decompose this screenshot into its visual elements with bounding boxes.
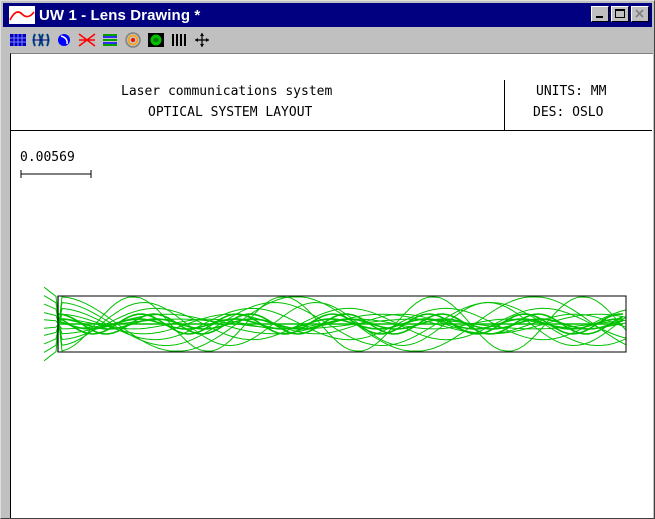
close-button[interactable] (631, 6, 649, 22)
lens-drawing-window: UW 1 - Lens Drawing * Laser communicatio… (0, 0, 655, 519)
crossed-rays-icon (78, 33, 96, 47)
vertical-lines-icon (172, 34, 186, 46)
ray-fan-button[interactable] (99, 30, 121, 50)
tilt-view-button[interactable] (53, 30, 75, 50)
ray-trace-button[interactable] (76, 30, 98, 50)
grid-icon (10, 34, 26, 46)
lens-elements-icon (32, 33, 50, 47)
wireframe-button[interactable] (168, 30, 190, 50)
minimize-icon (596, 16, 603, 18)
spot-diagram-button[interactable] (122, 30, 144, 50)
ray-bundle (43, 286, 627, 362)
four-arrow-move-icon (195, 33, 209, 47)
minimize-button[interactable] (591, 6, 609, 22)
oslo-app-icon[interactable] (9, 6, 35, 24)
shaded-view-button[interactable] (145, 30, 167, 50)
scale-bar (20, 170, 92, 178)
maximize-icon (615, 9, 625, 18)
toolbar (3, 28, 652, 52)
pan-button[interactable] (191, 30, 213, 50)
close-icon (635, 9, 644, 18)
title-bar[interactable]: UW 1 - Lens Drawing * (3, 3, 652, 27)
sphere-icon (58, 34, 70, 46)
lens-layout-button[interactable] (30, 30, 52, 50)
maximize-button[interactable] (611, 6, 629, 22)
shaded-sphere-icon (148, 33, 164, 47)
grid-view-button[interactable] (7, 30, 29, 50)
window-title: UW 1 - Lens Drawing * (39, 6, 201, 24)
concentric-rings-icon (125, 32, 141, 48)
lens-layout-drawing (20, 170, 627, 362)
drawing-canvas[interactable]: Laser communications system OPTICAL SYST… (10, 53, 653, 518)
ray-fan-icon (103, 34, 117, 46)
